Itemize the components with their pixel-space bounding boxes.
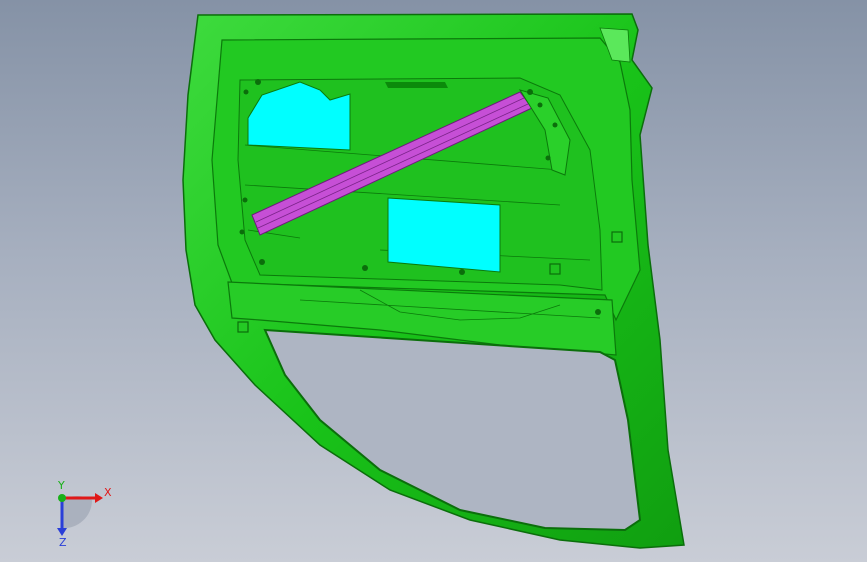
x-axis-arrow [95, 493, 103, 503]
x-axis-label: X [104, 486, 112, 499]
cyan-opening-center [387, 197, 501, 273]
graphics-viewport[interactable]: X Z Y [0, 0, 867, 562]
triad-shadow [62, 495, 93, 529]
coordinate-triad: X Z Y [57, 479, 112, 548]
y-axis-label: Y [57, 479, 65, 492]
z-axis-label: Z [59, 536, 67, 548]
y-axis-dot [58, 494, 66, 502]
door-panel-model[interactable] [0, 0, 867, 562]
top-slot [385, 82, 448, 88]
z-axis-arrow [57, 528, 67, 536]
